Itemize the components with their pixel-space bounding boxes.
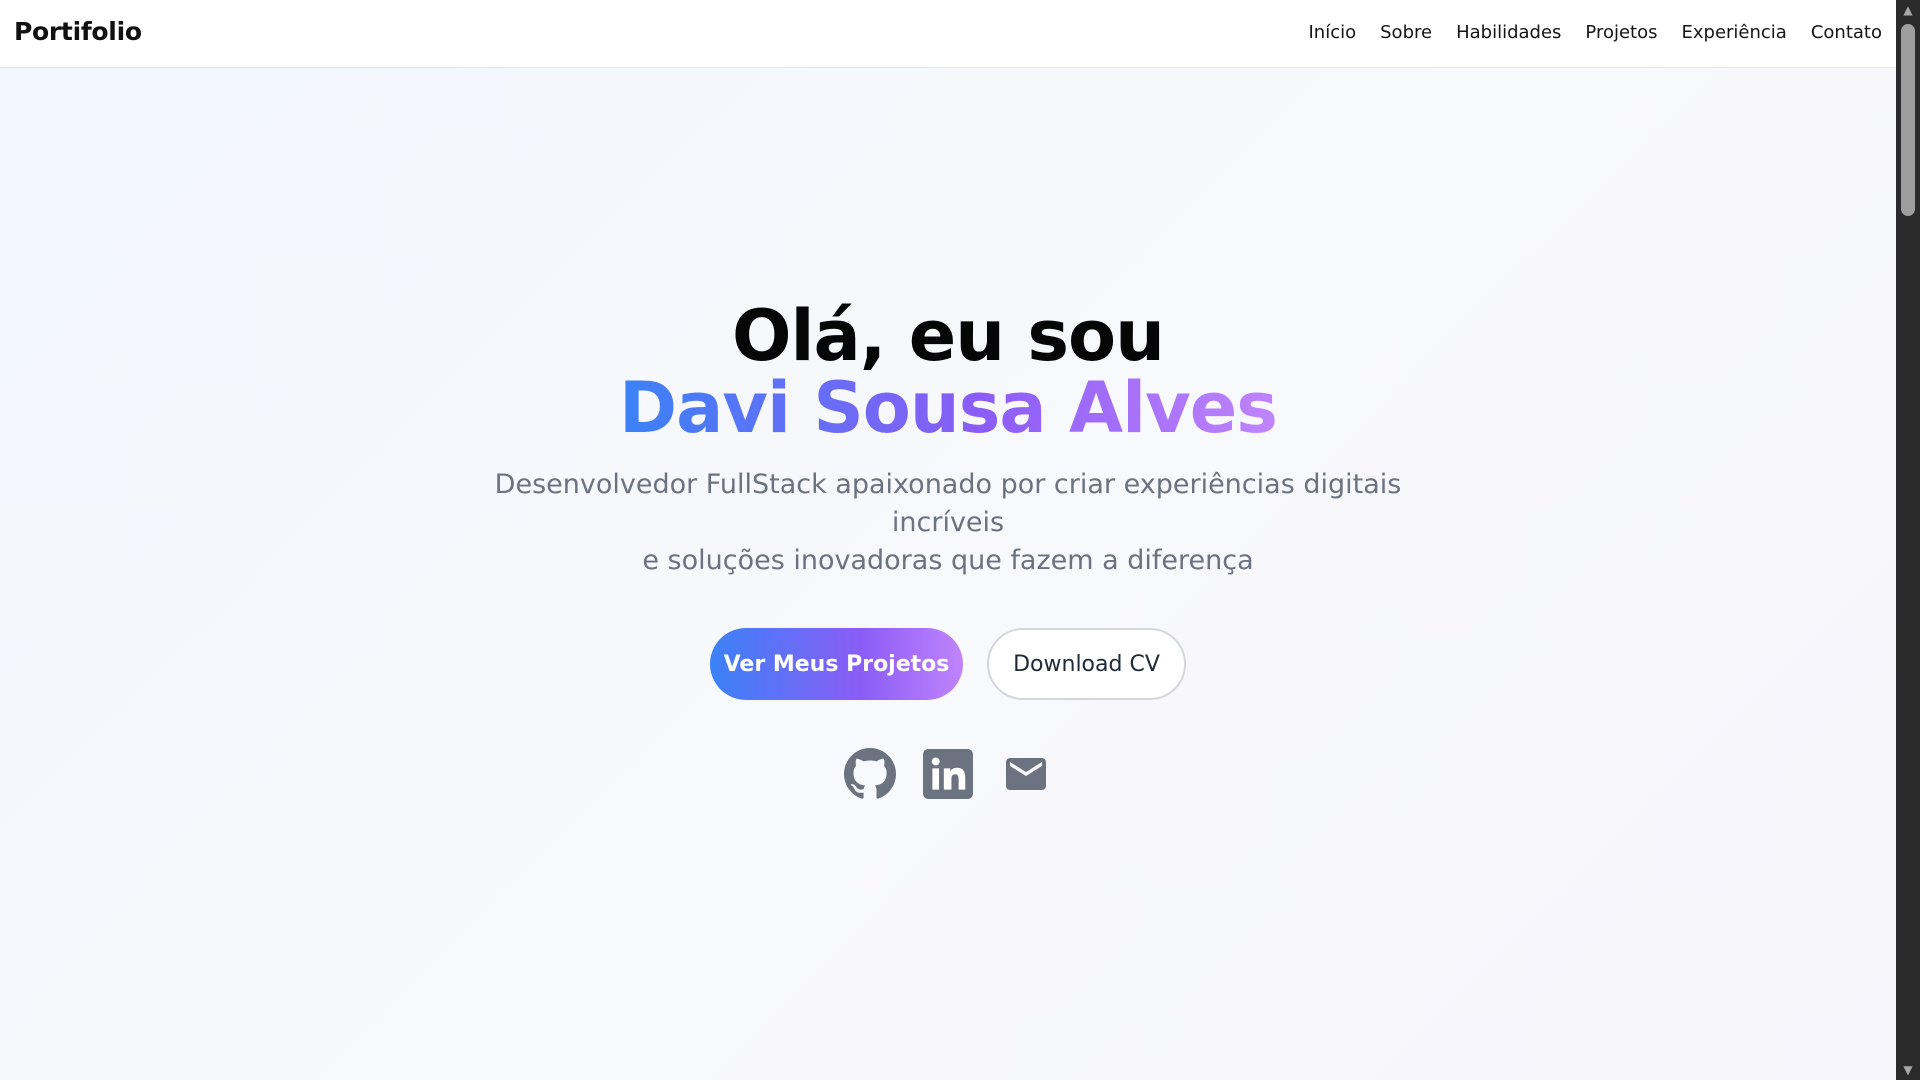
hero-subtitle-line2: e soluções inovadoras que fazem a difere… [642,545,1254,576]
hero-actions: Ver Meus Projetos Download CV [0,628,1896,700]
linkedin-icon[interactable] [922,748,974,800]
hero-subtitle: Desenvolvedor FullStack apaixonado por c… [458,466,1438,580]
download-cv-button[interactable]: Download CV [987,628,1186,700]
hero-name-wrapper: Davi Sousa Alves [0,372,1896,444]
nav-inicio[interactable]: Início [1308,22,1356,43]
hero-section: Olá, eu sou Davi Sousa Alves Desenvolved… [0,300,1896,800]
nav-experiencia[interactable]: Experiência [1682,22,1787,43]
nav-sobre[interactable]: Sobre [1380,22,1432,43]
view-projects-button[interactable]: Ver Meus Projetos [710,628,963,700]
scroll-thumb[interactable] [1901,24,1915,216]
hero-name: Davi Sousa Alves [619,367,1278,449]
nav-habilidades[interactable]: Habilidades [1456,22,1561,43]
mail-icon[interactable] [1000,748,1052,800]
scroll-down-arrow-icon[interactable]: ▼ [1896,1060,1920,1080]
nav-projetos[interactable]: Projetos [1585,22,1657,43]
page: Portifolio Início Sobre Habilidades Proj… [0,0,1896,1080]
top-navbar: Portifolio Início Sobre Habilidades Proj… [0,0,1896,68]
github-icon[interactable] [844,748,896,800]
vertical-scrollbar[interactable]: ▲ ▼ [1896,0,1920,1080]
hero-subtitle-line1: Desenvolvedor FullStack apaixonado por c… [494,469,1402,538]
scroll-up-arrow-icon[interactable]: ▲ [1896,0,1920,20]
hero-greeting: Olá, eu sou [732,295,1165,377]
social-links [0,748,1896,800]
main-nav: Início Sobre Habilidades Projetos Experi… [1308,22,1882,43]
nav-contato[interactable]: Contato [1811,22,1882,43]
brand-logo[interactable]: Portifolio [14,17,142,46]
